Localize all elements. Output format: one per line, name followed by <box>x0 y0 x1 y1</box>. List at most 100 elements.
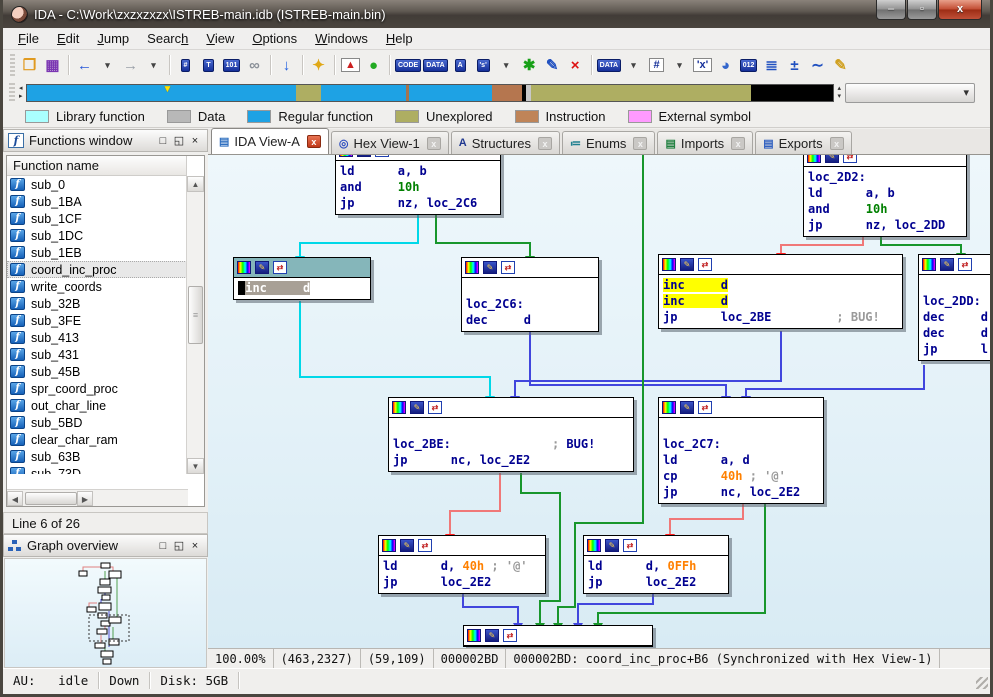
panel-close-icon[interactable]: × <box>187 135 203 147</box>
menu-options[interactable]: Options <box>243 29 306 48</box>
scroll-up-icon[interactable]: ▲ <box>187 176 204 192</box>
block-edit-icon[interactable]: ✎ <box>357 155 371 157</box>
asm-line[interactable] <box>466 280 598 296</box>
string-dropdown-icon[interactable]: ▾ <box>496 54 517 76</box>
open-file-icon[interactable]: ❒ <box>19 54 40 76</box>
asm-line[interactable]: ld a, d <box>663 452 823 468</box>
block-title-bar[interactable]: ✎⇄ <box>234 258 370 278</box>
toolbar-grip[interactable] <box>9 83 15 103</box>
graph-overview-header[interactable]: Graph overview □ ◱ × <box>3 534 208 557</box>
block-title-bar[interactable]: ✎⇄ <box>804 155 966 167</box>
asm-line[interactable]: jp loc_2E2 <box>383 574 545 590</box>
block-edit-icon[interactable]: ✎ <box>825 155 839 163</box>
asm-line[interactable]: jp nc, loc_2E2 <box>393 452 633 468</box>
tab-close-icon[interactable]: x <box>307 135 321 148</box>
asm-line[interactable]: jp nz, loc_2C6 <box>340 195 500 211</box>
blk-loc2BE[interactable]: ✎⇄ loc_2BE: ; BUG!jp nc, loc_2E2 <box>388 397 634 472</box>
block-edit-icon[interactable]: ✎ <box>485 629 499 642</box>
block-edit-icon[interactable]: ✎ <box>255 261 269 274</box>
search-text-icon[interactable]: T <box>198 54 219 76</box>
asm-line[interactable]: jp loc_2BE ; BUG! <box>663 309 902 325</box>
function-list-item-clear_char_ram[interactable]: fclear_char_ram <box>7 431 187 448</box>
asm-line[interactable] <box>393 420 633 436</box>
block-group-icon[interactable]: ⇄ <box>623 539 637 552</box>
panel-maximize-icon[interactable]: □ <box>155 540 171 552</box>
search-immediate-icon[interactable]: # <box>175 54 196 76</box>
asm-line[interactable]: ld d, 40h ; '@' <box>383 558 545 574</box>
block-edit-icon[interactable]: ✎ <box>400 539 414 552</box>
stack-icon[interactable]: ≣ <box>761 54 782 76</box>
make-array-icon[interactable]: ✱ <box>519 54 540 76</box>
tab-close-icon[interactable]: x <box>538 137 552 150</box>
back-icon[interactable]: ← <box>74 54 95 76</box>
blk-loc2C6[interactable]: ✎⇄ loc_2C6:dec d <box>461 257 599 332</box>
tab-close-icon[interactable]: x <box>731 137 745 150</box>
function-list-item-sub_5BD[interactable]: fsub_5BD <box>7 414 187 431</box>
functions-panel-header[interactable]: f Functions window □ ◱ × <box>3 129 208 152</box>
block-color-icon[interactable] <box>807 155 821 163</box>
asm-line[interactable]: dec d <box>466 312 598 328</box>
function-list-item-sub_73D[interactable]: fsub_73D <box>7 465 187 474</box>
block-color-icon[interactable] <box>237 261 251 274</box>
block-group-icon[interactable]: ⇄ <box>698 401 712 414</box>
problems-icon[interactable]: ▲ <box>340 54 361 76</box>
functions-vertical-scrollbar[interactable]: ▲ ▼ <box>186 176 204 474</box>
edit-comment-icon[interactable]: ✎ <box>542 54 563 76</box>
tab-ida-view-a[interactable]: ▤IDA View-Ax <box>211 128 329 154</box>
function-list-item-sub_1DC[interactable]: fsub_1DC <box>7 227 187 244</box>
tab-exports[interactable]: ▤Exportsx <box>755 131 851 154</box>
title-bar[interactable]: IDA - C:\Work\zxzxzxzx\ISTREB-main.idb (… <box>3 0 990 28</box>
asm-line[interactable]: dec d <box>923 325 990 341</box>
asm-line[interactable]: and 10h <box>808 201 966 217</box>
block-color-icon[interactable] <box>587 539 601 552</box>
data-type-icon[interactable]: DATA <box>597 54 621 76</box>
undefine-icon[interactable]: × <box>565 54 586 76</box>
function-list-item-sub_413[interactable]: fsub_413 <box>7 329 187 346</box>
scroll-down-icon[interactable]: ▼ <box>187 458 204 474</box>
menu-windows[interactable]: Windows <box>306 29 377 48</box>
navband-zoom-icons[interactable]: ▴▾ <box>838 85 842 101</box>
asm-line[interactable]: cp 40h ; '@' <box>663 468 823 484</box>
function-list-item-coord_inc_proc[interactable]: fcoord_inc_proc <box>7 261 187 278</box>
minimize-button[interactable]: – <box>876 0 906 20</box>
block-group-icon[interactable]: ⇄ <box>958 258 972 271</box>
tab-close-icon[interactable]: x <box>830 137 844 150</box>
search-next-icon[interactable]: ∞ <box>244 54 265 76</box>
tab-imports[interactable]: ▤Importsx <box>657 131 753 154</box>
menu-view[interactable]: View <box>197 29 243 48</box>
make-data-icon[interactable]: DATA <box>423 54 447 76</box>
scrollbar-thumb[interactable] <box>25 492 77 505</box>
blk-entry-left[interactable]: ✎⇄ld a, band 10hjp nz, loc_2C6 <box>335 155 501 215</box>
resize-grip[interactable] <box>976 677 988 689</box>
asm-line[interactable]: and 10h <box>340 179 500 195</box>
blk-ldFF[interactable]: ✎⇄ld d, 0FFhjp loc_2E2 <box>583 535 729 594</box>
maximize-button[interactable]: ▫ <box>907 0 937 20</box>
asm-line[interactable]: loc_2DD: <box>923 293 990 309</box>
asm-line[interactable]: loc_2C7: <box>663 436 823 452</box>
make-code-icon[interactable]: CODE <box>395 54 421 76</box>
blk-loc2C7[interactable]: ✎⇄ loc_2C7:ld a, dcp 40h ; '@'jp nc, loc… <box>658 397 824 504</box>
asm-line[interactable]: inc d <box>238 280 370 296</box>
search-binary-icon[interactable]: 101 <box>221 54 242 76</box>
panel-close-icon[interactable]: × <box>187 540 203 552</box>
make-name-icon[interactable]: A <box>450 54 471 76</box>
block-title-bar[interactable]: ✎⇄ <box>464 626 652 646</box>
number-format-icon[interactable]: # <box>646 54 667 76</box>
save-icon[interactable]: ▦ <box>42 54 63 76</box>
navigation-band[interactable]: ▼ <box>26 84 834 102</box>
highlight-icon[interactable]: ✦ <box>308 54 329 76</box>
blk-loc2D2[interactable]: ✎⇄loc_2D2:ld a, band 10hjp nz, loc_2DD <box>803 155 967 237</box>
navband-segment[interactable] <box>321 85 406 101</box>
asm-line[interactable]: loc_2D2: <box>808 169 966 185</box>
block-group-icon[interactable]: ⇄ <box>418 539 432 552</box>
tab-enums[interactable]: ≔Enumsx <box>562 131 655 154</box>
back-dropdown-icon[interactable]: ▾ <box>97 54 118 76</box>
segment-icon[interactable]: ◕ <box>715 54 736 76</box>
panel-maximize-icon[interactable]: □ <box>155 135 171 147</box>
asm-line[interactable]: ld a, b <box>340 163 500 179</box>
block-group-icon[interactable]: ⇄ <box>698 258 712 271</box>
block-color-icon[interactable] <box>922 258 936 271</box>
function-list-item-sub_1BA[interactable]: fsub_1BA <box>7 193 187 210</box>
block-group-icon[interactable]: ⇄ <box>843 155 857 163</box>
block-group-icon[interactable]: ⇄ <box>501 261 515 274</box>
